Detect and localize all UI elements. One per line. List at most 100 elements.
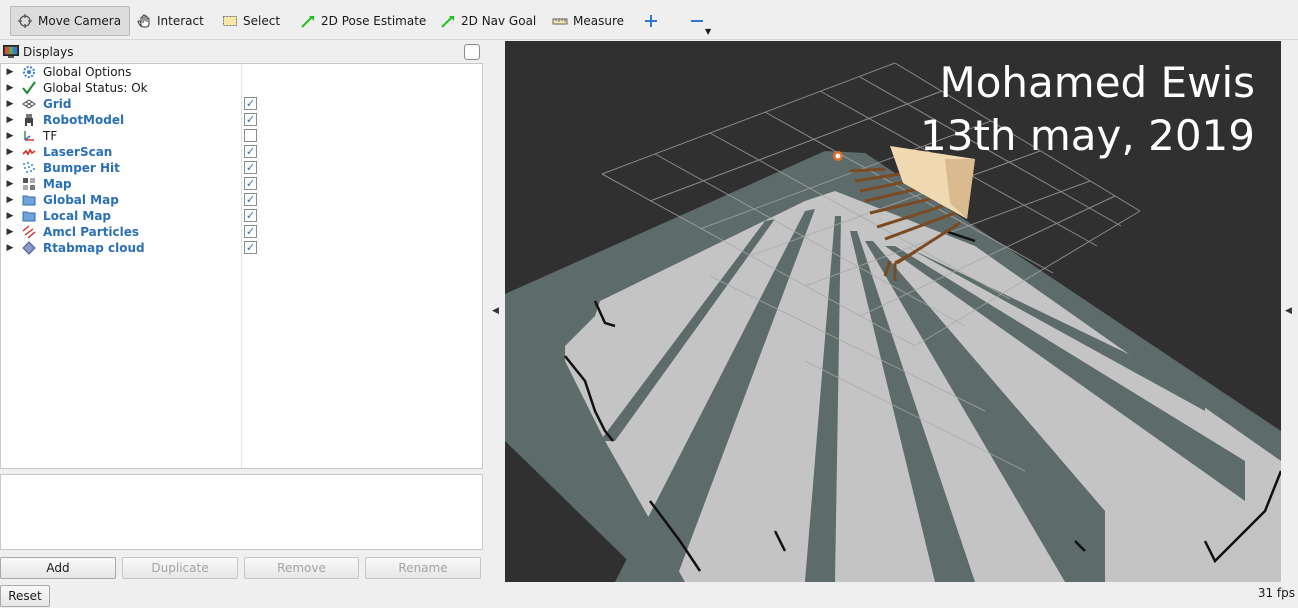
enabled-checkbox[interactable]: ✓ xyxy=(244,97,257,110)
display-item-label: RobotModel xyxy=(43,113,125,127)
add-button[interactable]: Add xyxy=(0,557,116,579)
expand-arrow-icon[interactable]: ▶ xyxy=(3,115,17,125)
display-item-label: Local Map xyxy=(43,209,112,223)
move-camera-tool[interactable]: Move Camera xyxy=(10,6,130,36)
move-camera-label: Move Camera xyxy=(38,14,122,28)
interact-label: Interact xyxy=(157,14,204,28)
undock-button[interactable] xyxy=(464,44,480,60)
folder-icon xyxy=(21,192,37,208)
displays-header: Displays xyxy=(0,42,484,62)
green-arrow-icon xyxy=(441,16,454,28)
display-item-global-map[interactable]: ▶ Global Map ✓ xyxy=(1,192,481,208)
displays-tree[interactable]: ▶ Global Options ▶ Global Status: Ok ▶ G… xyxy=(0,63,483,469)
display-item-amcl-particles[interactable]: ▶ Amcl Particles ✓ xyxy=(1,224,481,240)
enabled-checkbox[interactable]: ✓ xyxy=(244,113,257,126)
enabled-checkbox[interactable]: ✓ xyxy=(244,177,257,190)
ruler-icon xyxy=(552,18,568,25)
display-item-label: Amcl Particles xyxy=(43,225,140,239)
expand-arrow-icon[interactable]: ▶ xyxy=(3,147,17,157)
render-viewport[interactable]: Mohamed Ewis 13th may, 2019 xyxy=(505,41,1281,582)
display-item-label: LaserScan xyxy=(43,145,113,159)
expand-arrow-icon[interactable]: ▶ xyxy=(3,243,17,253)
green-arrow-icon xyxy=(301,16,314,28)
display-item-label: Global Status: Ok xyxy=(43,81,148,95)
enabled-checkbox[interactable]: ✓ xyxy=(244,193,257,206)
monitor-icon xyxy=(3,45,19,58)
cloud-icon xyxy=(21,240,37,256)
display-item-global-options[interactable]: ▶ Global Options xyxy=(1,64,481,80)
enabled-checkbox[interactable]: ✓ xyxy=(244,241,257,254)
overlay-text: Mohamed Ewis 13th may, 2019 xyxy=(505,56,1281,162)
plus-icon xyxy=(645,15,657,27)
enabled-checkbox[interactable]: ✓ xyxy=(244,225,257,238)
remove-button[interactable]: Remove xyxy=(244,557,359,579)
enabled-checkbox[interactable]: ✓ xyxy=(244,209,257,222)
overlay-line-name: Mohamed Ewis xyxy=(939,58,1256,107)
display-item-laserscan[interactable]: ▶ LaserScan ✓ xyxy=(1,144,481,160)
hand-icon xyxy=(137,14,150,28)
move-camera-icon xyxy=(18,14,32,28)
measure-label: Measure xyxy=(573,14,624,28)
rename-button[interactable]: Rename xyxy=(365,557,481,579)
reset-button[interactable]: Reset xyxy=(0,585,50,607)
expand-arrow-icon[interactable]: ▶ xyxy=(3,99,17,109)
laser-scan-icon xyxy=(21,144,37,160)
collapse-left-icon[interactable]: ◀ xyxy=(492,306,499,316)
display-description-box xyxy=(0,474,483,550)
overlay-line-date: 13th may, 2019 xyxy=(920,111,1255,160)
enabled-checkbox[interactable] xyxy=(244,129,257,142)
display-item-rtabmap-cloud[interactable]: ▶ Rtabmap cloud ✓ xyxy=(1,240,481,256)
panel-title: Displays xyxy=(23,45,74,59)
display-item-label: Global Map xyxy=(43,193,119,207)
grid-icon xyxy=(21,96,37,112)
nav-goal-label: 2D Nav Goal xyxy=(461,14,537,28)
pose-estimate-tool[interactable]: 2D Pose Estimate xyxy=(294,6,432,36)
display-item-robotmodel[interactable]: ▶ RobotModel ✓ xyxy=(1,112,481,128)
expand-arrow-icon[interactable]: ▶ xyxy=(3,131,17,141)
checkmark-icon xyxy=(21,80,37,96)
expand-arrow-icon[interactable]: ▶ xyxy=(3,83,17,93)
select-box-icon xyxy=(223,16,237,26)
folder-icon xyxy=(21,208,37,224)
display-item-tf[interactable]: ▶ TF xyxy=(1,128,481,144)
expand-arrow-icon[interactable]: ▶ xyxy=(3,67,17,77)
expand-arrow-icon[interactable]: ▶ xyxy=(3,195,17,205)
point-cloud-icon xyxy=(21,160,37,176)
display-item-label: Global Options xyxy=(43,65,132,79)
select-tool[interactable]: Select xyxy=(216,6,286,36)
duplicate-button[interactable]: Duplicate xyxy=(122,557,238,579)
gear-icon xyxy=(21,64,37,80)
select-label: Select xyxy=(243,14,281,28)
chevron-down-icon[interactable]: ▼ xyxy=(705,27,711,36)
display-item-label: Rtabmap cloud xyxy=(43,241,145,255)
enabled-checkbox[interactable]: ✓ xyxy=(244,161,257,174)
minus-icon xyxy=(691,20,703,22)
expand-arrow-icon[interactable]: ▶ xyxy=(3,179,17,189)
measure-tool[interactable]: Measure xyxy=(546,6,630,36)
display-item-label: TF xyxy=(43,129,58,143)
expand-arrow-icon[interactable]: ▶ xyxy=(3,163,17,173)
collapse-right-icon[interactable]: ◀ xyxy=(1285,306,1292,316)
display-item-grid[interactable]: ▶ Grid ✓ xyxy=(1,96,481,112)
display-item-label: Grid xyxy=(43,97,72,111)
expand-arrow-icon[interactable]: ▶ xyxy=(3,211,17,221)
robot-icon xyxy=(21,112,37,128)
axes-icon xyxy=(21,128,37,144)
display-item-map[interactable]: ▶ Map ✓ xyxy=(1,176,481,192)
pose-array-icon xyxy=(21,224,37,240)
pose-estimate-label: 2D Pose Estimate xyxy=(321,14,427,28)
fps-counter: 31 fps xyxy=(1257,586,1295,600)
map-icon xyxy=(21,176,37,192)
display-item-label: Map xyxy=(43,177,72,191)
enabled-checkbox[interactable]: ✓ xyxy=(244,145,257,158)
expand-arrow-icon[interactable]: ▶ xyxy=(3,227,17,237)
display-item-global-status[interactable]: ▶ Global Status: Ok xyxy=(1,80,481,96)
interact-tool[interactable]: Interact xyxy=(130,6,210,36)
display-item-label: Bumper Hit xyxy=(43,161,120,175)
toolbar: Move Camera Interact Select 2D Pose Esti… xyxy=(0,0,1298,40)
display-item-bumper-hit[interactable]: ▶ Bumper Hit ✓ xyxy=(1,160,481,176)
display-item-local-map[interactable]: ▶ Local Map ✓ xyxy=(1,208,481,224)
add-tool-button[interactable] xyxy=(638,6,664,36)
nav-goal-tool[interactable]: 2D Nav Goal xyxy=(434,6,542,36)
displays-panel: Displays ▶ Global Options ▶ Global Statu… xyxy=(0,41,484,608)
